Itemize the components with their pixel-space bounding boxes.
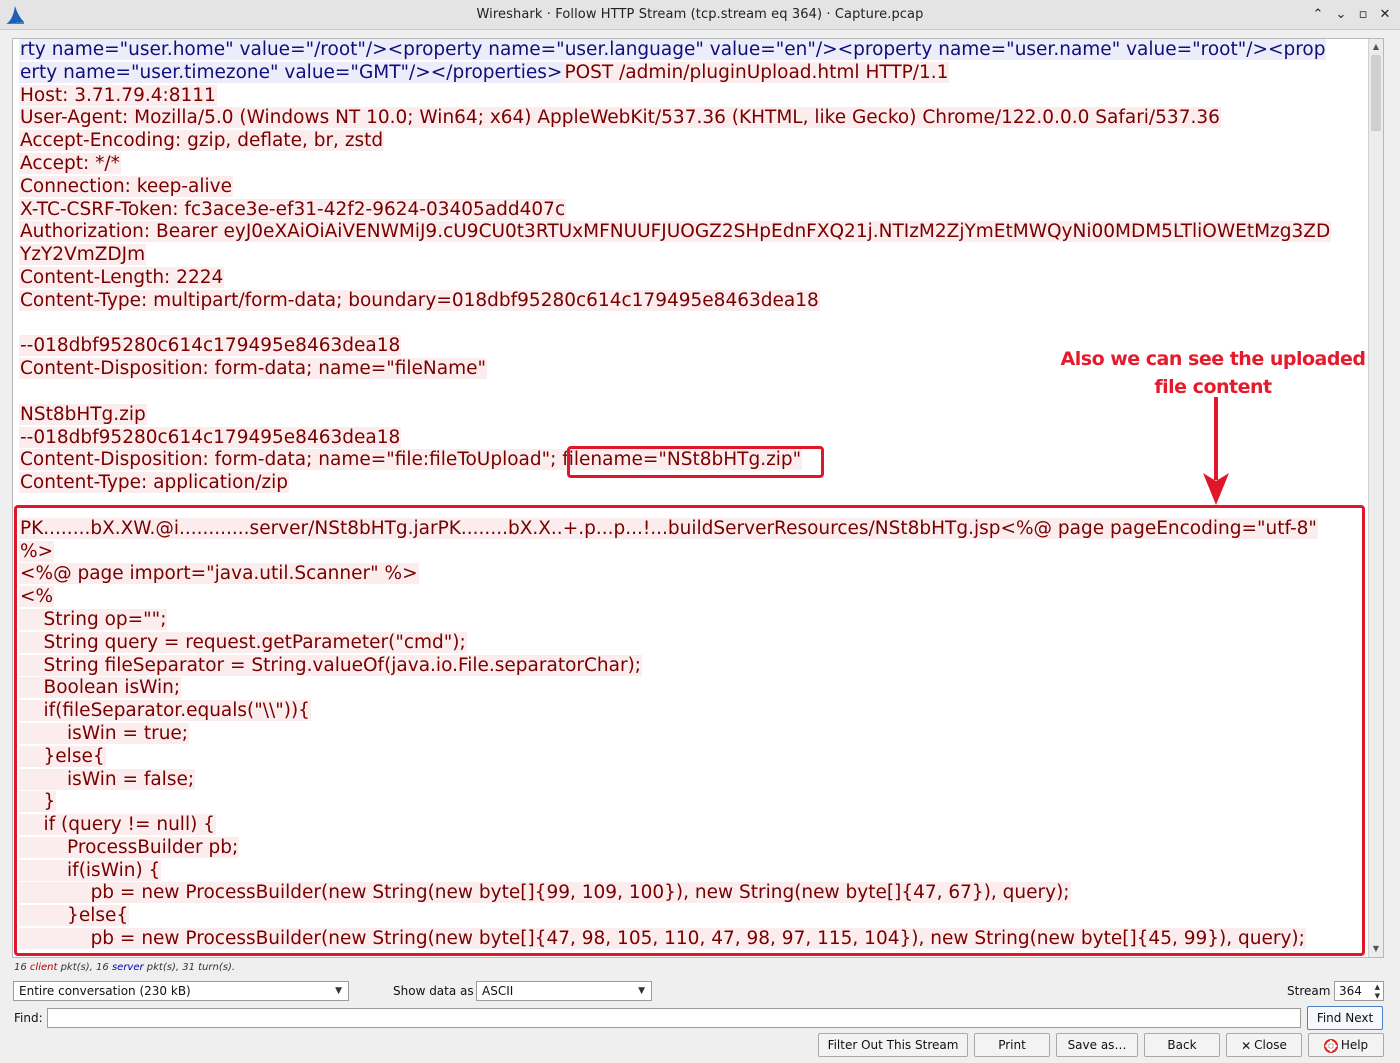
stream-line: X-TC-CSRF-Token: fc3ace3e-ef31-42f2-9624… — [19, 198, 1364, 222]
chevron-down-icon: ▼ — [335, 986, 342, 996]
client-text: User-Agent: Mozilla/5.0 (Windows NT 10.0… — [19, 107, 1221, 129]
filter-out-stream-button[interactable]: Filter Out This Stream — [818, 1033, 968, 1057]
stream-line: Content-Length: 2224 — [19, 266, 1364, 290]
client-text: X-TC-CSRF-Token: fc3ace3e-ef31-42f2-9624… — [19, 198, 567, 220]
annotation-text: Also we can see the uploaded file conten… — [1060, 348, 1366, 398]
stream-number-value: 364 — [1339, 984, 1362, 998]
help-lifebuoy-icon — [1323, 1038, 1338, 1053]
chevron-down-icon: ▼ — [638, 986, 645, 996]
stream-line: Host: 3.71.79.4:8111 — [19, 84, 1364, 108]
conversation-select-value: Entire conversation (230 kB) — [19, 984, 191, 998]
help-button-label: Help — [1340, 1038, 1369, 1052]
find-label: Find: — [14, 1011, 43, 1025]
stream-line: Content-Type: multipart/form-data; bound… — [19, 289, 1364, 313]
client-text: Connection: keep-alive — [19, 175, 233, 197]
client-text: Authorization: Bearer eyJ0eXAiOiAiVENWMi… — [19, 221, 1332, 243]
client-text: Content-Type: application/zip — [19, 472, 290, 494]
scroll-up-arrow-icon[interactable]: ▲ — [1370, 41, 1382, 53]
stream-line: Accept: */* — [19, 152, 1364, 176]
file-content-highlight-box — [14, 505, 1365, 956]
stream-line: erty name="user.timezone" value="GMT"/><… — [19, 61, 1364, 85]
print-button[interactable]: Print — [974, 1033, 1050, 1057]
client-text: --018dbf95280c614c179495e8463dea18 — [19, 426, 402, 448]
find-next-button[interactable]: Find Next — [1307, 1006, 1383, 1030]
client-text: Content-Length: 2224 — [19, 266, 225, 288]
restore-icon[interactable]: ⌄ — [1332, 6, 1350, 24]
vertical-scrollbar[interactable]: ▲ ▼ — [1368, 39, 1383, 957]
title-bar: Wireshark · Follow HTTP Stream (tcp.stre… — [0, 0, 1400, 30]
turns-summary: 16 client pkt(s), 16 server pkt(s), 31 t… — [14, 962, 236, 973]
close-button[interactable]: ✕ Close — [1226, 1033, 1302, 1057]
stream-line: User-Agent: Mozilla/5.0 (Windows NT 10.0… — [19, 107, 1364, 130]
filename-highlight-box — [567, 446, 824, 478]
window-title: Wireshark · Follow HTTP Stream (tcp.stre… — [476, 7, 924, 22]
stream-number-spinbox[interactable]: 364 ▲ ▼ — [1334, 981, 1384, 1001]
minimize-icon[interactable]: ⌃ — [1309, 6, 1327, 24]
stream-line: rty name="user.home" value="/root"/><pro… — [19, 39, 1364, 62]
client-text: POST /admin/pluginUpload.html HTTP/1.1 — [563, 61, 950, 83]
client-text: Content-Disposition: form-data; name="fi… — [19, 358, 487, 380]
stream-line: Accept-Encoding: gzip, deflate, br, zstd — [19, 130, 1364, 153]
maximize-icon[interactable]: ▫ — [1354, 6, 1372, 24]
client-text: Content-Type: multipart/form-data; bound… — [19, 289, 820, 311]
stream-line: YzY2VmZDJm — [19, 244, 1364, 267]
stream-line: Connection: keep-alive — [19, 175, 1364, 199]
client-text: Accept-Encoding: gzip, deflate, br, zstd — [19, 130, 385, 152]
show-data-select[interactable]: ASCII ▼ — [476, 981, 652, 1001]
back-button[interactable]: Back — [1144, 1033, 1220, 1057]
server-text: rty name="user.home" value="/root"/><pro… — [19, 39, 1327, 60]
close-window-icon[interactable]: ✕ — [1376, 6, 1394, 24]
close-x-icon: ✕ — [1241, 1038, 1252, 1053]
stream-label: Stream — [1287, 984, 1331, 998]
scroll-thumb[interactable] — [1371, 55, 1381, 131]
annotation-arrow-icon — [1203, 397, 1229, 505]
conversation-select[interactable]: Entire conversation (230 kB) ▼ — [13, 981, 349, 1001]
server-text: erty name="user.timezone" value="GMT"/><… — [19, 61, 564, 83]
client-text: Host: 3.71.79.4:8111 — [19, 84, 217, 106]
help-button[interactable]: Help — [1308, 1033, 1384, 1057]
client-text: --018dbf95280c614c179495e8463dea18 — [19, 335, 402, 357]
save-as-button[interactable]: Save as… — [1056, 1033, 1138, 1057]
client-text: NSt8bHTg.zip — [19, 403, 147, 425]
spin-arrows-icon[interactable]: ▲ ▼ — [1375, 983, 1380, 1001]
client-text: Accept: */* — [19, 152, 121, 174]
client-text: YzY2VmZDJm — [19, 244, 147, 266]
scroll-down-arrow-icon[interactable]: ▼ — [1370, 943, 1382, 955]
close-button-label: Close — [1254, 1038, 1287, 1052]
find-input[interactable] — [47, 1008, 1301, 1028]
show-data-label: Show data as — [393, 984, 474, 998]
show-data-select-value: ASCII — [482, 984, 514, 998]
stream-line — [19, 313, 1364, 336]
stream-line: NSt8bHTg.zip — [19, 403, 1364, 427]
stream-line: Authorization: Bearer eyJ0eXAiOiAiVENWMi… — [19, 221, 1364, 244]
